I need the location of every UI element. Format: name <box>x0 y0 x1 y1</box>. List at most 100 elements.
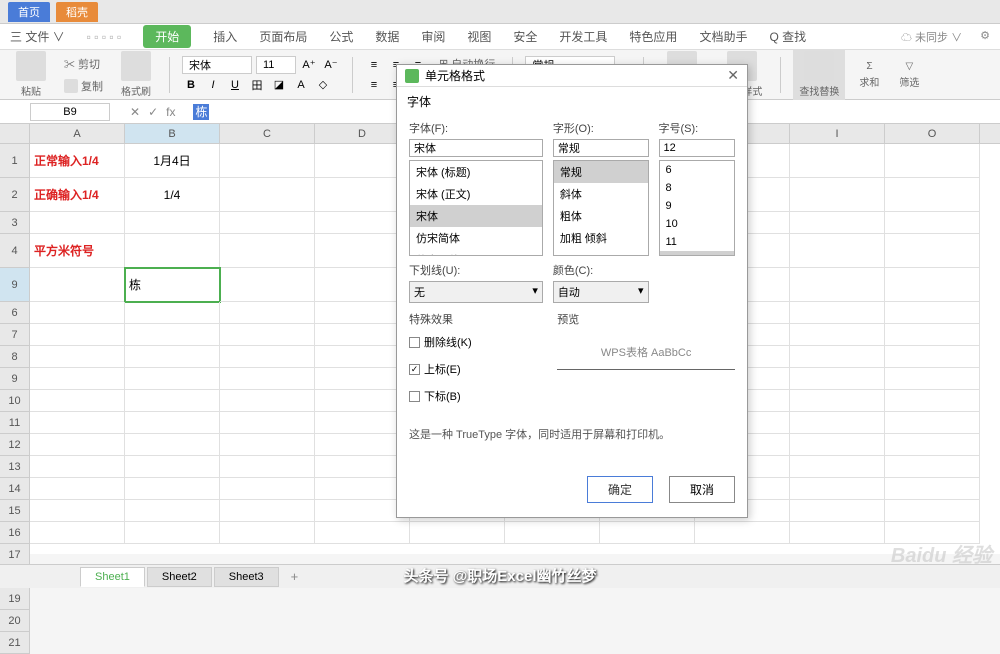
sheet-tab[interactable]: Sheet1 <box>80 567 145 587</box>
row-header[interactable]: 2 <box>0 178 30 212</box>
cell[interactable]: 正常输入1/4 <box>30 144 125 178</box>
align-left[interactable]: ≡ <box>365 76 383 94</box>
italic-button[interactable]: I <box>204 76 222 94</box>
add-sheet[interactable]: + <box>281 566 309 587</box>
dec-font[interactable]: A⁻ <box>322 56 340 74</box>
bold-button[interactable]: B <box>182 76 200 94</box>
cancel-button[interactable]: 取消 <box>669 476 735 503</box>
row-header[interactable]: 9 <box>0 268 30 302</box>
align-top[interactable]: ≡ <box>365 56 383 74</box>
sheet-tab[interactable]: Sheet3 <box>214 567 279 587</box>
row-header[interactable]: 4 <box>0 234 30 268</box>
cancel-icon[interactable]: ✕ <box>130 105 140 119</box>
doc-tab-1[interactable]: 首页 <box>8 2 50 22</box>
active-cell[interactable]: 栋 <box>125 268 220 302</box>
fx-icon[interactable]: fx <box>166 105 175 119</box>
select-all-corner[interactable] <box>0 124 30 143</box>
copy-button[interactable]: 复制 <box>60 76 107 96</box>
tab-start[interactable]: 开始 <box>143 25 191 48</box>
tab-insert[interactable]: 插入 <box>213 28 237 45</box>
font-list[interactable]: 宋体 (标题) 宋体 (正文) 宋体 仿宋简体 仿宋黑体 Light 楷体 <box>409 160 543 256</box>
sum-button[interactable]: Σ求和 <box>853 59 885 91</box>
row-header[interactable]: 17 <box>0 544 30 566</box>
enter-icon[interactable]: ✓ <box>148 105 158 119</box>
row-header[interactable]: 20 <box>0 610 30 632</box>
sub-check[interactable]: 下标(B) <box>409 388 547 404</box>
col-header[interactable]: I <box>790 124 885 143</box>
dialog-icon <box>405 69 419 83</box>
cell[interactable]: 1月4日 <box>125 144 220 178</box>
font-select[interactable] <box>182 56 252 74</box>
col-header[interactable]: B <box>125 124 220 143</box>
quick-access[interactable]: ▫ ▫ ▫ ▫ ▫ <box>87 30 122 44</box>
row-header[interactable]: 14 <box>0 478 30 500</box>
tab-review[interactable]: 审阅 <box>421 28 445 45</box>
row-header[interactable]: 15 <box>0 500 30 522</box>
row-header[interactable]: 10 <box>0 390 30 412</box>
row-header[interactable]: 16 <box>0 522 30 544</box>
tab-dev[interactable]: 开发工具 <box>559 28 607 45</box>
file-menu[interactable]: 三 文件 ∨ <box>10 28 65 45</box>
caption: 头条号 @职场Excel幽竹丝梦 <box>404 565 597 586</box>
dialog-tab-font[interactable]: 字体 <box>397 87 747 120</box>
row-header[interactable]: 1 <box>0 144 30 178</box>
search-box[interactable]: Q 查找 <box>769 28 806 45</box>
row-header[interactable]: 7 <box>0 324 30 346</box>
watermark: Baidu 经验 <box>891 539 992 568</box>
find-replace[interactable]: 查找替换 <box>793 49 845 100</box>
cell[interactable]: 正确输入1/4 <box>30 178 125 212</box>
tab-view[interactable]: 视图 <box>467 28 491 45</box>
row-header[interactable]: 6 <box>0 302 30 324</box>
close-icon[interactable]: ✕ <box>727 67 739 84</box>
size-input[interactable] <box>659 139 736 157</box>
filter-button[interactable]: ▽筛选 <box>893 59 925 91</box>
format-painter[interactable]: 格式刷 <box>115 49 157 100</box>
ok-button[interactable]: 确定 <box>587 476 653 503</box>
font-color[interactable]: A <box>292 76 310 94</box>
style-input[interactable] <box>553 139 649 157</box>
row-header[interactable]: 8 <box>0 346 30 368</box>
col-header[interactable]: O <box>885 124 980 143</box>
strike-check[interactable]: 删除线(K) <box>409 334 547 350</box>
cell[interactable]: 平方米符号 <box>30 234 125 268</box>
style-list[interactable]: 常规 斜体 粗体 加粗 倾斜 <box>553 160 649 256</box>
tab-layout[interactable]: 页面布局 <box>259 28 307 45</box>
row-header[interactable]: 3 <box>0 212 30 234</box>
size-select[interactable] <box>256 56 296 74</box>
row-header[interactable]: 9 <box>0 368 30 390</box>
border-button[interactable]: 田 <box>248 76 266 94</box>
super-check[interactable]: ✓上标(E) <box>409 361 547 377</box>
name-box[interactable] <box>30 103 110 121</box>
tab-feature[interactable]: 特色应用 <box>629 28 677 45</box>
tab-data[interactable]: 数据 <box>375 28 399 45</box>
tab-assist[interactable]: 文档助手 <box>699 28 747 45</box>
col-header[interactable]: C <box>220 124 315 143</box>
underline-select[interactable]: 无▾ <box>409 281 543 303</box>
underline-label: 下划线(U): <box>409 262 543 278</box>
vignette[interactable]: ◇ <box>314 76 332 94</box>
sheet-tab[interactable]: Sheet2 <box>147 567 212 587</box>
sync-status[interactable]: ☁ 未同步 ∨ <box>901 29 962 45</box>
paste-button[interactable]: 粘贴 <box>10 49 52 100</box>
cell[interactable]: 1/4 <box>125 178 220 212</box>
color-select[interactable]: 自动▾ <box>553 281 649 303</box>
tab-security[interactable]: 安全 <box>513 28 537 45</box>
underline-button[interactable]: U <box>226 76 244 94</box>
settings-icon[interactable]: ⚙ <box>980 29 990 45</box>
tab-formula[interactable]: 公式 <box>329 28 353 45</box>
row-header[interactable]: 11 <box>0 412 30 434</box>
cut-button[interactable]: ✂ 剪切 <box>60 54 107 74</box>
inc-font[interactable]: A⁺ <box>300 56 318 74</box>
effects-label: 特殊效果 <box>409 311 547 327</box>
row-header[interactable]: 21 <box>0 632 30 654</box>
size-list[interactable]: 6 8 9 10 11 12 <box>659 160 736 256</box>
row-header[interactable]: 12 <box>0 434 30 456</box>
font-input[interactable] <box>409 139 543 157</box>
preview-box: WPS表格 AaBbCc <box>557 344 735 370</box>
col-header[interactable]: A <box>30 124 125 143</box>
row-header[interactable]: 13 <box>0 456 30 478</box>
fill-color[interactable]: ◪ <box>270 76 288 94</box>
preview-label: 预览 <box>557 311 735 327</box>
doc-tab-2[interactable]: 稻壳 <box>56 2 98 22</box>
row-header[interactable]: 19 <box>0 588 30 610</box>
